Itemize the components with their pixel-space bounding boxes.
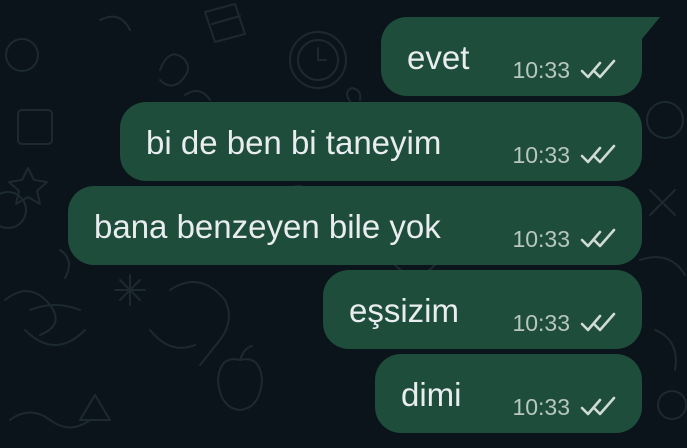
message-bubble[interactable]: bi de ben bi taneyim 10:33 (120, 102, 642, 181)
message-bubble[interactable]: dimi 10:33 (375, 354, 642, 433)
message-text: evet (407, 39, 470, 76)
double-check-read-icon (580, 396, 616, 416)
message-time: 10:33 (512, 225, 570, 252)
double-check-read-icon (580, 59, 616, 79)
message-meta: 10:33 (512, 226, 618, 252)
message-text: eşsizim (349, 292, 460, 329)
message-meta: 10:33 (512, 394, 618, 420)
double-check-read-icon (580, 228, 616, 248)
message-text: bana benzeyen bile yok (94, 208, 441, 245)
message-meta: 10:33 (512, 57, 618, 83)
message-text: dimi (401, 376, 462, 413)
message-meta: 10:33 (512, 310, 618, 336)
message-bubble[interactable]: eşsizim 10:33 (323, 270, 642, 349)
message-meta: 10:33 (512, 142, 618, 168)
chat-area[interactable]: evet 10:33 bi de ben bi taneyim 10:33 ba… (0, 0, 687, 448)
message-time: 10:33 (512, 309, 570, 336)
message-time: 10:33 (512, 393, 570, 420)
double-check-read-icon (580, 144, 616, 164)
double-check-read-icon (580, 312, 616, 332)
message-time: 10:33 (512, 141, 570, 168)
message-bubble[interactable]: evet 10:33 (381, 17, 660, 96)
bubble-tail (634, 17, 660, 39)
message-bubble[interactable]: bana benzeyen bile yok 10:33 (68, 186, 642, 265)
message-text: bi de ben bi taneyim (146, 124, 442, 161)
message-time: 10:33 (512, 56, 570, 83)
